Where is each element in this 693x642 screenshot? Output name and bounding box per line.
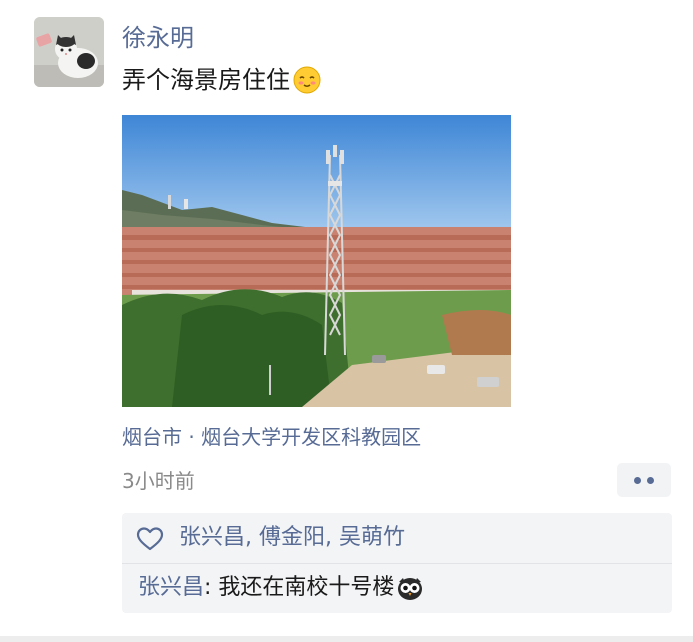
avatar[interactable] bbox=[34, 17, 104, 87]
comment-separator: : bbox=[204, 575, 219, 600]
comment-author[interactable]: 张兴昌 bbox=[138, 573, 204, 603]
username[interactable]: 徐永明 bbox=[122, 22, 194, 54]
owl-emoji-icon bbox=[396, 574, 424, 602]
seaside-landscape-image bbox=[122, 115, 511, 407]
post-text-content: 弄个海景房住住 bbox=[122, 66, 290, 94]
comment-item[interactable]: 张兴昌 : 我还在南校十号楼 bbox=[138, 573, 424, 603]
bottom-divider bbox=[0, 636, 693, 642]
interaction-panel: 张兴昌, 傅金阳, 吴萌竹 张兴昌 : 我还在南校十号楼 bbox=[122, 513, 672, 613]
location-link[interactable]: 烟台市 · 烟台大学开发区科教园区 bbox=[122, 423, 421, 451]
dot-icon bbox=[634, 477, 641, 484]
more-actions-button[interactable] bbox=[617, 463, 671, 497]
likes-row: 张兴昌, 傅金阳, 吴萌竹 bbox=[122, 513, 672, 563]
heart-outline-icon bbox=[136, 526, 164, 552]
shy-smile-emoji-icon bbox=[292, 65, 322, 95]
divider bbox=[122, 563, 672, 564]
post-text: 弄个海景房住住 bbox=[122, 64, 322, 96]
avatar-cat-image bbox=[34, 17, 104, 87]
dot-icon bbox=[647, 477, 654, 484]
post-timestamp: 3小时前 bbox=[122, 469, 195, 493]
likes-names[interactable]: 张兴昌, 傅金阳, 吴萌竹 bbox=[179, 523, 405, 553]
post-photo[interactable] bbox=[122, 115, 511, 407]
comment-text: 我还在南校十号楼 bbox=[218, 575, 395, 600]
